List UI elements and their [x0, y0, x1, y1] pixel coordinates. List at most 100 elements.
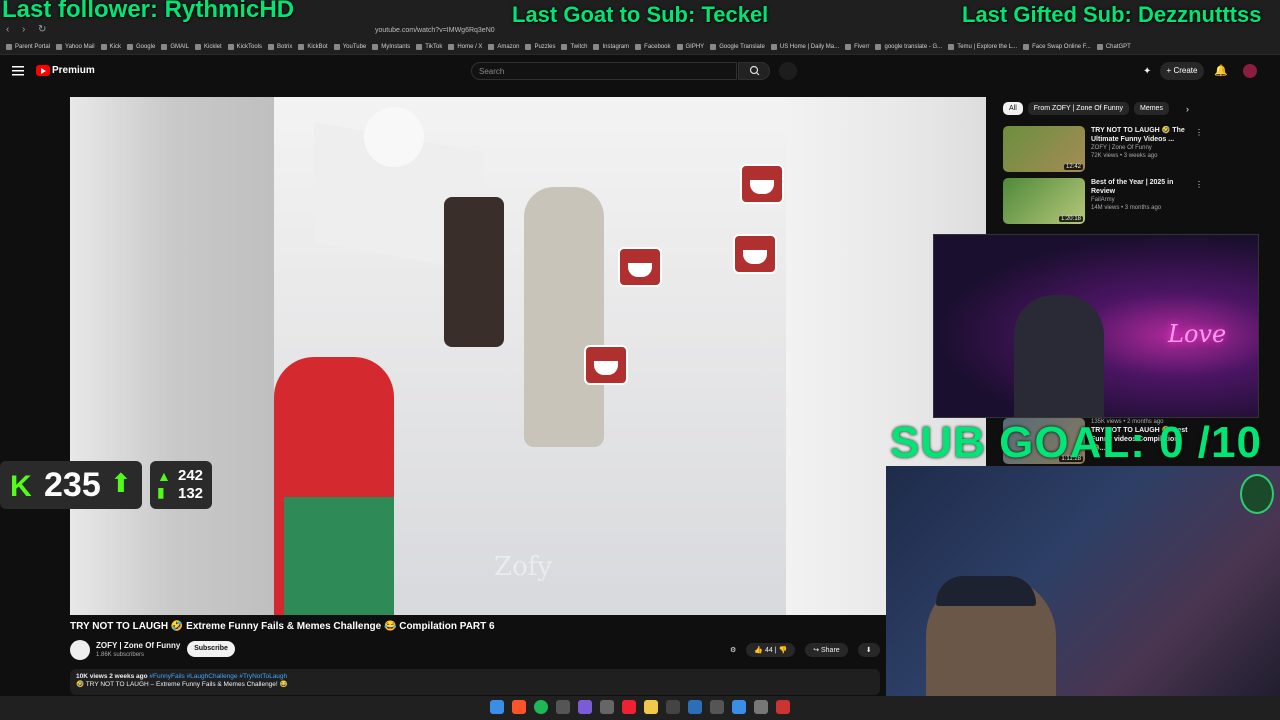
description-meta: 10K views 2 weeks ago — [76, 673, 148, 680]
bookmark-item[interactable]: YouTube — [333, 44, 367, 50]
bookmark-item[interactable]: Home / X — [448, 44, 482, 50]
menu-icon[interactable] — [12, 66, 24, 76]
channel-name[interactable]: ZOFY | Zone Of Funny — [96, 641, 180, 650]
bookmark-label: MyInstants — [381, 44, 411, 50]
rec-channel[interactable]: FailArmy — [1091, 196, 1191, 204]
download-icon[interactable]: ⬇ — [857, 643, 880, 657]
bookmark-item[interactable]: Botrix — [268, 44, 292, 50]
chip-channel[interactable]: From ZOFY | Zone Of Funny — [1027, 102, 1129, 115]
app-icon[interactable] — [666, 700, 680, 714]
bookmark-favicon-icon — [333, 44, 340, 50]
app-icon[interactable] — [732, 700, 746, 714]
chip-all[interactable]: All — [1003, 102, 1023, 115]
bookmark-item[interactable]: US Home | Daily Ma... — [770, 44, 839, 50]
discord-icon[interactable] — [578, 700, 592, 714]
settings-icon[interactable] — [754, 700, 768, 714]
chip-memes[interactable]: Memes — [1134, 102, 1169, 115]
bookmark-item[interactable]: Google — [126, 44, 155, 50]
like-button[interactable]: 👍 44 | 👎 — [746, 643, 796, 657]
bookmark-label: Face Swap Online F... — [1032, 44, 1091, 50]
bookmark-item[interactable]: KickTools — [227, 44, 262, 50]
search-button[interactable] — [738, 62, 770, 80]
video-thumbnail[interactable]: 1:20:18 — [1003, 178, 1085, 224]
spotify-icon[interactable] — [534, 700, 548, 714]
bookmark-label: Kick — [109, 44, 121, 50]
bookmark-label: KickBot — [307, 44, 328, 50]
description-tags[interactable]: #FunnyFails #LaughChallenge #TryNotToLau… — [149, 673, 287, 680]
bookmark-label: Botrix — [277, 44, 293, 50]
bookmark-label: Google Translate — [719, 44, 765, 50]
recommendation-item[interactable]: 12:42 TRY NOT TO LAUGH 🤣 The Ultimate Fu… — [1003, 126, 1191, 172]
bookmark-item[interactable]: Google Translate — [710, 44, 765, 50]
kick-logo-icon: K — [10, 470, 32, 503]
bookmark-item[interactable]: Puzzles — [525, 44, 555, 50]
bookmark-favicon-icon — [126, 44, 133, 50]
brave-browser-icon[interactable] — [512, 700, 526, 714]
bookmark-item[interactable]: Yahoo Mail — [56, 44, 95, 50]
kick-stat-down: 132 — [178, 485, 204, 502]
steam-icon[interactable] — [688, 700, 702, 714]
forward-icon[interactable]: › — [22, 24, 25, 35]
notifications-bell-icon[interactable]: 🔔 — [1214, 64, 1228, 78]
windows-start-icon[interactable] — [490, 700, 504, 714]
create-button[interactable]: + Create — [1160, 62, 1204, 80]
rec-title[interactable]: TRY NOT TO LAUGH 🤣 The Ultimate Funny Vi… — [1091, 126, 1191, 144]
bookmark-favicon-icon — [635, 44, 642, 50]
rec-channel[interactable]: ZOFY | Zone Of Funny — [1091, 144, 1191, 152]
search-icon — [749, 65, 760, 76]
upload-icon[interactable]: ✦ — [1143, 66, 1151, 77]
app-icon[interactable] — [776, 700, 790, 714]
bookmark-item[interactable]: Instagram — [593, 44, 629, 50]
streamer-cap — [936, 576, 1036, 606]
bookmark-item[interactable]: Kick — [100, 44, 121, 50]
more-vert-icon[interactable]: ⋮ — [1195, 180, 1203, 189]
bookmark-item[interactable]: Facebook — [635, 44, 671, 50]
reload-icon[interactable]: ↻ — [38, 24, 46, 35]
app-icon[interactable] — [556, 700, 570, 714]
pin-icon[interactable] — [622, 700, 636, 714]
video-player[interactable]: Zofy — [70, 97, 986, 615]
bookmark-item[interactable]: Parent Portal — [6, 44, 50, 50]
bookmark-item[interactable]: Twitch — [561, 44, 587, 50]
rec-title[interactable]: Best of the Year | 2025 in Review — [1091, 178, 1191, 196]
share-button[interactable]: ↪ Share — [805, 643, 848, 657]
bookmark-label: Facebook — [644, 44, 671, 50]
subscribe-button[interactable]: Subscribe — [187, 641, 235, 657]
bookmark-label: TikTok — [425, 44, 443, 50]
mic-icon[interactable] — [779, 62, 797, 80]
description-box[interactable]: 10K views 2 weeks ago #FunnyFails #Laugh… — [70, 669, 880, 695]
sub-goal-overlay: SUB GOAL: 0 /10 — [890, 418, 1262, 467]
office-chair — [444, 197, 504, 347]
filter-chips: All From ZOFY | Zone Of Funny Memes — [1003, 102, 1169, 115]
bookmark-item[interactable]: GMAIL — [161, 44, 189, 50]
bookmark-item[interactable]: ChatGPT — [1096, 44, 1131, 50]
floral-skirt — [284, 497, 394, 615]
bookmark-item[interactable]: MyInstants — [372, 44, 410, 50]
bookmark-item[interactable]: TikTok — [416, 44, 442, 50]
share-label: Share — [821, 647, 840, 654]
bookmark-label: YouTube — [342, 44, 367, 50]
bookmark-item[interactable]: GIPHY — [676, 44, 704, 50]
description-text: 🤣 TRY NOT TO LAUGH – Extreme Funny Fails… — [76, 681, 288, 688]
kick-viewer-count: 235 — [44, 466, 101, 504]
bookmark-item[interactable]: Fiverr — [845, 44, 869, 50]
bookmark-item[interactable]: Temu | Explore the L... — [948, 44, 1017, 50]
search-input[interactable]: Search — [471, 62, 737, 80]
youtube-logo-icon[interactable] — [36, 65, 50, 76]
more-vert-icon[interactable]: ⋮ — [1195, 128, 1203, 137]
gear-icon[interactable]: ⚙ — [730, 646, 736, 654]
back-icon[interactable]: ‹ — [6, 24, 9, 35]
bookmark-item[interactable]: google translate - G... — [875, 44, 942, 50]
account-avatar[interactable] — [1243, 64, 1257, 78]
bookmark-item[interactable]: Face Swap Online F... — [1023, 44, 1091, 50]
bookmark-item[interactable]: Amazon — [488, 44, 519, 50]
folder-icon[interactable] — [644, 700, 658, 714]
obs-icon[interactable] — [600, 700, 614, 714]
bookmark-item[interactable]: Kicklet — [194, 44, 222, 50]
chevron-right-icon[interactable]: › — [1186, 104, 1189, 114]
video-thumbnail[interactable]: 12:42 — [1003, 126, 1085, 172]
app-icon[interactable] — [710, 700, 724, 714]
bookmark-item[interactable]: KickBot — [298, 44, 328, 50]
recommendation-item[interactable]: 1:20:18 Best of the Year | 2025 in Revie… — [1003, 178, 1191, 224]
channel-avatar[interactable] — [70, 640, 90, 660]
